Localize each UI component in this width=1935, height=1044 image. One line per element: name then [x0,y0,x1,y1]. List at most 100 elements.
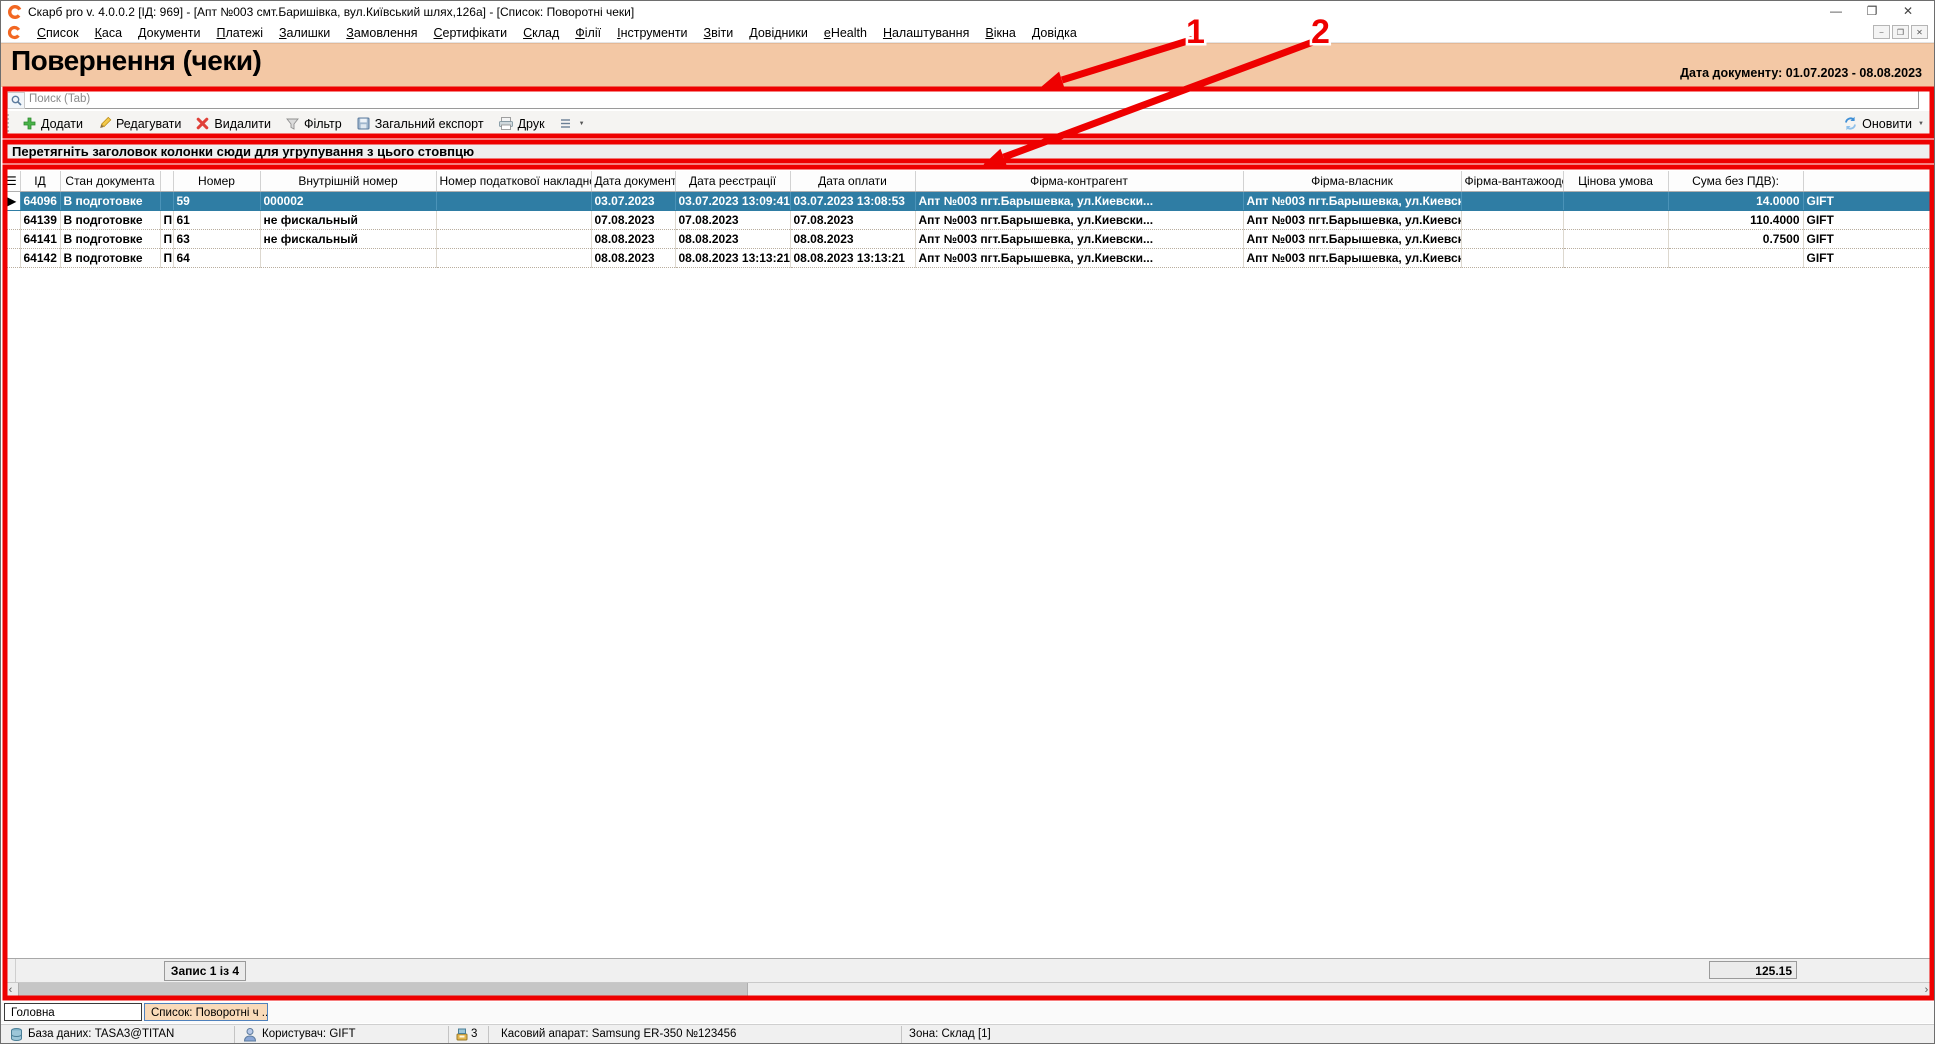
menu-item-2[interactable]: Документи [130,26,208,40]
row-indicator[interactable] [3,248,20,267]
mdi-restore-icon[interactable]: ❐ [1892,25,1909,39]
column-chooser-icon[interactable]: ☰ [3,171,20,191]
grid-cell[interactable] [1563,191,1668,210]
grid-cell[interactable]: П [160,248,173,267]
menu-item-12[interactable]: eHealth [816,26,875,40]
grid-cell[interactable]: 0.7500 [1668,229,1803,248]
horizontal-scrollbar[interactable]: ‹ › [3,983,1934,999]
grid-cell[interactable]: 64 [173,248,260,267]
column-header-11[interactable]: Фірма-вантажоодерж... [1461,171,1563,191]
grid-cell[interactable] [160,191,173,210]
menu-item-11[interactable]: Довідники [741,26,816,40]
grid-cell[interactable] [436,248,591,267]
menu-item-8[interactable]: Філії [567,26,609,40]
menu-item-5[interactable]: Замовлення [338,26,425,40]
menu-item-4[interactable]: Залишки [271,26,338,40]
grid-cell[interactable]: 03.07.2023 13:09:41 [675,191,790,210]
grid-cell[interactable] [1461,248,1563,267]
grid-cell[interactable]: Апт №003 пгт.Барышевка, ул.Киевски... [1243,229,1461,248]
table-row[interactable]: ▶64096В подготовке5900000203.07.202303.0… [3,191,1935,210]
grid-cell[interactable]: 03.07.2023 13:08:53 [790,191,915,210]
column-header-12[interactable]: Цінова умова [1563,171,1668,191]
grid-cell[interactable]: 08.08.2023 [790,229,915,248]
group-by-panel[interactable]: Перетягніть заголовок колонки сюди для у… [3,141,1934,163]
column-header-7[interactable]: Дата реєстрації [675,171,790,191]
grid-cell[interactable]: GIFT [1803,210,1935,229]
grid-cell[interactable] [1461,229,1563,248]
grid-cell[interactable]: П [160,210,173,229]
delete-button[interactable]: Видалити [188,114,278,133]
menu-item-15[interactable]: Довідка [1024,26,1085,40]
grid-cell[interactable]: 64141 [20,229,60,248]
menu-item-0[interactable]: Список [29,26,87,40]
grid-cell[interactable]: В подготовке [60,248,160,267]
grid-cell[interactable]: 63 [173,229,260,248]
view-options-button[interactable]: ▼ [552,115,592,132]
tab-home[interactable]: Головна [4,1003,142,1021]
grid-cell[interactable]: 59 [173,191,260,210]
grid-cell[interactable]: 08.08.2023 13:13:21 [675,248,790,267]
grid-cell[interactable]: Апт №003 пгт.Барышевка, ул.Киевски... [915,248,1243,267]
column-header-5[interactable]: Номер податкової накладної [436,171,591,191]
column-header-2[interactable] [160,171,173,191]
grid-cell[interactable]: 08.08.2023 13:13:21 [790,248,915,267]
export-button[interactable]: Загальний експорт [349,114,491,133]
grid-cell[interactable]: Апт №003 пгт.Барышевка, ул.Киевски... [1243,248,1461,267]
grid-cell[interactable] [1668,248,1803,267]
menu-item-6[interactable]: Сертифікати [426,26,516,40]
print-button[interactable]: Друк [491,114,552,133]
column-header-13[interactable]: Сума без ПДВ): [1668,171,1803,191]
grid-cell[interactable]: В подготовке [60,229,160,248]
table-row[interactable]: 64142В подготовкеП6408.08.202308.08.2023… [3,248,1935,267]
grid-cell[interactable]: GIFT [1803,191,1935,210]
grid-cell[interactable]: 110.4000 [1668,210,1803,229]
grid-cell[interactable]: Апт №003 пгт.Барышевка, ул.Киевски... [915,229,1243,248]
grid-cell[interactable]: 64096 [20,191,60,210]
grid-cell[interactable]: 64139 [20,210,60,229]
grid-cell[interactable] [1563,248,1668,267]
row-pointer-icon[interactable]: ▶ [3,191,20,210]
grid-cell[interactable]: 07.08.2023 [790,210,915,229]
table-row[interactable]: 64141В подготовкеП63не фискальный08.08.2… [3,229,1935,248]
grid-cell[interactable]: 03.07.2023 [591,191,675,210]
grid-cell[interactable] [436,191,591,210]
column-header-3[interactable]: Номер [173,171,260,191]
menu-item-9[interactable]: Інструменти [609,26,695,40]
grid-cell[interactable]: 08.08.2023 [591,229,675,248]
search-input[interactable]: Поиск (Tab) [4,90,1919,109]
scroll-left-icon[interactable]: ‹ [3,983,18,999]
grid-cell[interactable] [1461,210,1563,229]
grid-cell[interactable]: Апт №003 пгт.Барышевка, ул.Киевски... [1243,210,1461,229]
column-header-1[interactable]: Стан документа [60,171,160,191]
maximize-icon[interactable]: ❐ [1854,1,1890,21]
grid-cell[interactable]: 64142 [20,248,60,267]
row-indicator[interactable] [3,229,20,248]
grid-cell[interactable] [260,248,436,267]
grid-cell[interactable]: 07.08.2023 [591,210,675,229]
menu-item-10[interactable]: Звіти [696,26,742,40]
grid-cell[interactable]: 000002 [260,191,436,210]
column-header-6[interactable]: Дата документу [591,171,675,191]
grid-cell[interactable] [436,229,591,248]
grid-cell[interactable]: 07.08.2023 [675,210,790,229]
grid-cell[interactable]: GIFT [1803,248,1935,267]
grid-cell[interactable]: Апт №003 пгт.Барышевка, ул.Киевски... [915,191,1243,210]
grid-cell[interactable]: В подготовке [60,191,160,210]
grid-cell[interactable]: 08.08.2023 [591,248,675,267]
table-row[interactable]: 64139В подготовкеП61не фискальный07.08.2… [3,210,1935,229]
grid-cell[interactable]: 08.08.2023 [675,229,790,248]
toolbar-grip[interactable] [6,114,9,133]
grid-cell[interactable]: 61 [173,210,260,229]
minimize-icon[interactable]: — [1818,1,1854,21]
scrollbar-thumb[interactable] [18,983,748,999]
grid-cell[interactable]: В подготовке [60,210,160,229]
grid-cell[interactable]: 14.0000 [1668,191,1803,210]
grid-cell[interactable] [1563,210,1668,229]
edit-button[interactable]: Редагувати [90,114,188,133]
scroll-right-icon[interactable]: › [1919,983,1934,999]
mdi-minimize-icon[interactable]: ⎯ [1873,25,1890,39]
grid-cell[interactable] [1563,229,1668,248]
menu-item-3[interactable]: Платежі [208,26,271,40]
grid-cell[interactable]: Апт №003 пгт.Барышевка, ул.Киевски... [1243,191,1461,210]
column-header-10[interactable]: Фірма-власник [1243,171,1461,191]
